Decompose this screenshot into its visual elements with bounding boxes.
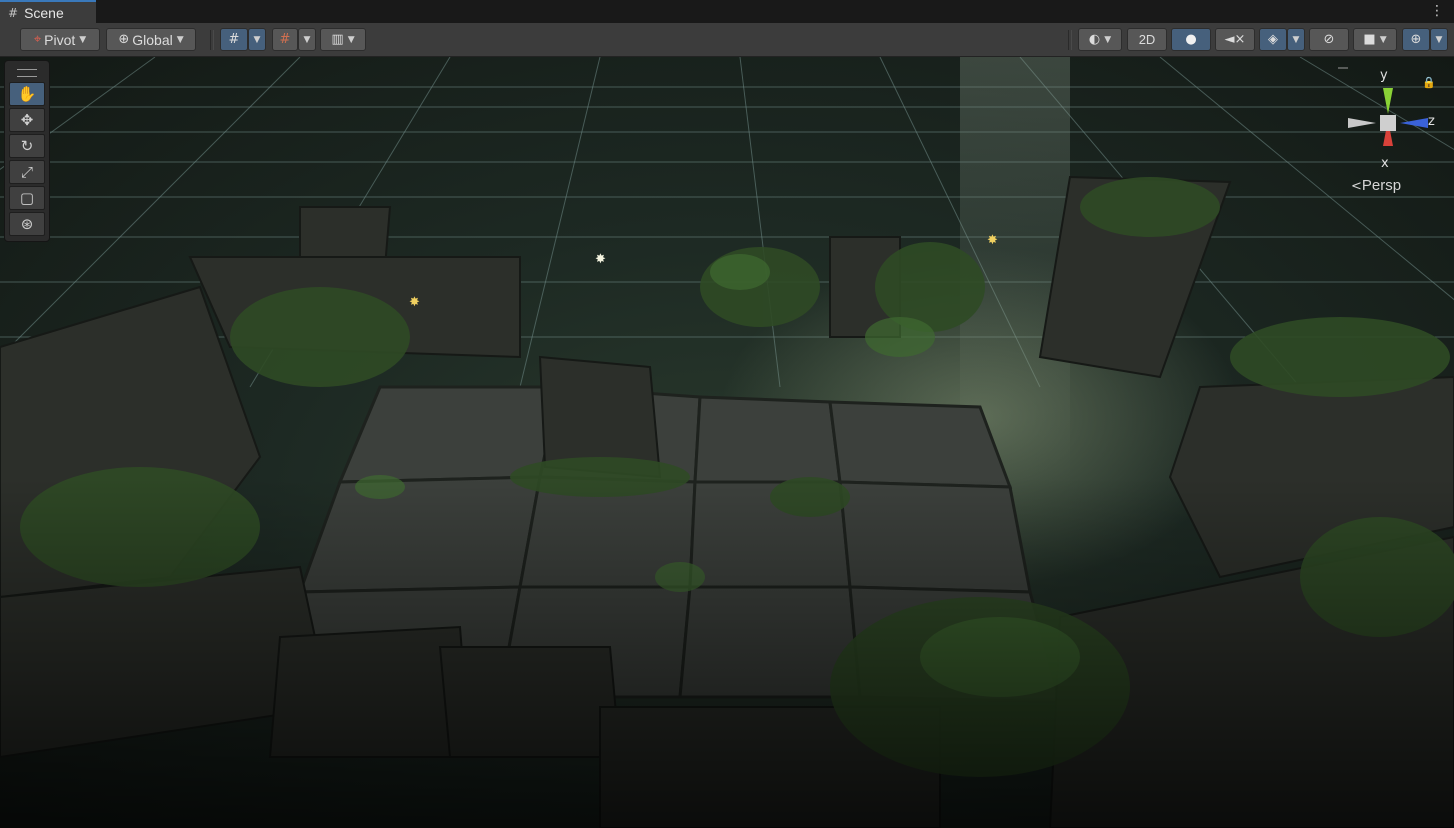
- rotate-tool-button[interactable]: ↻: [9, 134, 45, 158]
- chevron-down-icon: ▼: [1379, 34, 1387, 45]
- toolbar-divider: [210, 30, 214, 50]
- effects-dropdown[interactable]: ▼: [1287, 28, 1305, 51]
- toolbar-divider: [1068, 30, 1072, 50]
- tools-overlay: ✋ ✥ ↻ ⤢ ▢ ⊛: [4, 60, 50, 242]
- chevron-down-icon: ▼: [253, 34, 261, 45]
- pivot-dropdown[interactable]: ⌖ Pivot ▼: [20, 28, 100, 51]
- point-light-icon[interactable]: ✸: [987, 233, 998, 248]
- camera-settings-dropdown[interactable]: ■ ▼: [1353, 28, 1397, 51]
- transform-tool-icon: ⊛: [20, 215, 34, 233]
- scale-tool-icon: ⤢: [20, 163, 33, 181]
- move-tool-button[interactable]: ✥: [9, 108, 45, 132]
- scene-tab-bar: # Scene ⋮: [0, 0, 1454, 23]
- projection-label: Persp: [1361, 177, 1402, 194]
- hand-tool-icon: ✋: [17, 85, 37, 103]
- scale-tool-button[interactable]: ⤢: [9, 160, 45, 184]
- rect-tool-button[interactable]: ▢: [9, 186, 45, 210]
- gizmo-z-label: z: [1428, 114, 1435, 129]
- scene-tab-icon: #: [8, 5, 19, 20]
- audio-toggle-button[interactable]: ◄×: [1215, 28, 1255, 51]
- move-tool-icon: ✥: [20, 111, 34, 129]
- effects-icon: ◈: [1268, 32, 1278, 47]
- tab-scene[interactable]: # Scene: [0, 0, 96, 23]
- global-icon: ⊕: [118, 32, 130, 47]
- pivot-label: Pivot: [44, 31, 76, 48]
- visibility-icon: ⊘: [1323, 32, 1335, 47]
- shading-mode-icon: ◐: [1088, 32, 1101, 47]
- svg-text:🔒: 🔒: [1422, 76, 1436, 89]
- grid-visibility-button[interactable]: ▥ ▼: [320, 28, 366, 51]
- chevron-down-icon: ▼: [1104, 34, 1112, 45]
- 2d-toggle-label: 2D: [1138, 32, 1156, 47]
- audio-icon: ◄×: [1224, 32, 1246, 47]
- point-light-icon[interactable]: ✸: [409, 295, 420, 310]
- chevron-down-icon: ▼: [176, 34, 184, 45]
- gizmo-y-label: y: [1380, 68, 1388, 83]
- lighting-toggle-button[interactable]: ●: [1171, 28, 1211, 51]
- gizmo-x-label: x: [1381, 156, 1389, 171]
- scene-toolbar: ⌖ Pivot ▼ ⊕ Global ▼ # ▼ # ▼ ▥ ▼ ◐ ▼ 2D …: [0, 23, 1454, 57]
- pivot-icon: ⌖: [33, 32, 42, 47]
- point-light-icon[interactable]: ✸: [595, 252, 606, 267]
- chevron-down-icon: ▼: [1435, 34, 1443, 45]
- tab-scene-label: Scene: [24, 4, 64, 21]
- shading-mode-dropdown[interactable]: ◐ ▼: [1078, 28, 1122, 51]
- gizmos-icon: ⊕: [1410, 32, 1422, 47]
- camera-icon: ■: [1363, 32, 1376, 47]
- increment-snap-button[interactable]: #: [272, 28, 298, 51]
- transform-tool-button[interactable]: ⊛: [9, 212, 45, 236]
- grid-snapping-button[interactable]: #: [220, 28, 248, 51]
- global-dropdown[interactable]: ⊕ Global ▼: [106, 28, 196, 51]
- scene-render: [0, 57, 1454, 828]
- chevron-down-icon: ▼: [303, 34, 311, 45]
- grid-snapping-icon: #: [228, 32, 240, 47]
- lighting-icon: ●: [1185, 32, 1197, 47]
- chevron-down-icon: ▼: [79, 34, 87, 45]
- scene-viewport[interactable]: ✸ ✸ ✸: [0, 57, 1454, 828]
- hand-tool-button[interactable]: ✋: [9, 82, 45, 106]
- gizmos-toggle-button[interactable]: ⊕: [1402, 28, 1430, 51]
- scene-visibility-button[interactable]: ⊘: [1309, 28, 1349, 51]
- rect-tool-icon: ▢: [19, 189, 35, 207]
- chevron-down-icon: ▼: [1292, 34, 1300, 45]
- grid-snapping-dropdown[interactable]: ▼: [248, 28, 266, 51]
- gizmos-dropdown[interactable]: ▼: [1430, 28, 1448, 51]
- increment-snap-dropdown[interactable]: ▼: [298, 28, 316, 51]
- more-options-icon[interactable]: ⋮: [1430, 3, 1444, 19]
- effects-toggle-button[interactable]: ◈: [1259, 28, 1287, 51]
- projection-toggle[interactable]: <Persp: [1351, 177, 1401, 194]
- increment-snap-icon: #: [279, 32, 291, 47]
- 2d-toggle-button[interactable]: 2D: [1127, 28, 1167, 51]
- global-label: Global: [132, 31, 173, 48]
- chevron-down-icon: ▼: [347, 34, 355, 45]
- rotate-tool-icon: ↻: [20, 137, 34, 155]
- grid-visibility-icon: ▥: [331, 32, 344, 47]
- drag-handle-icon[interactable]: [17, 69, 37, 77]
- chevron-left-icon: <: [1351, 179, 1362, 194]
